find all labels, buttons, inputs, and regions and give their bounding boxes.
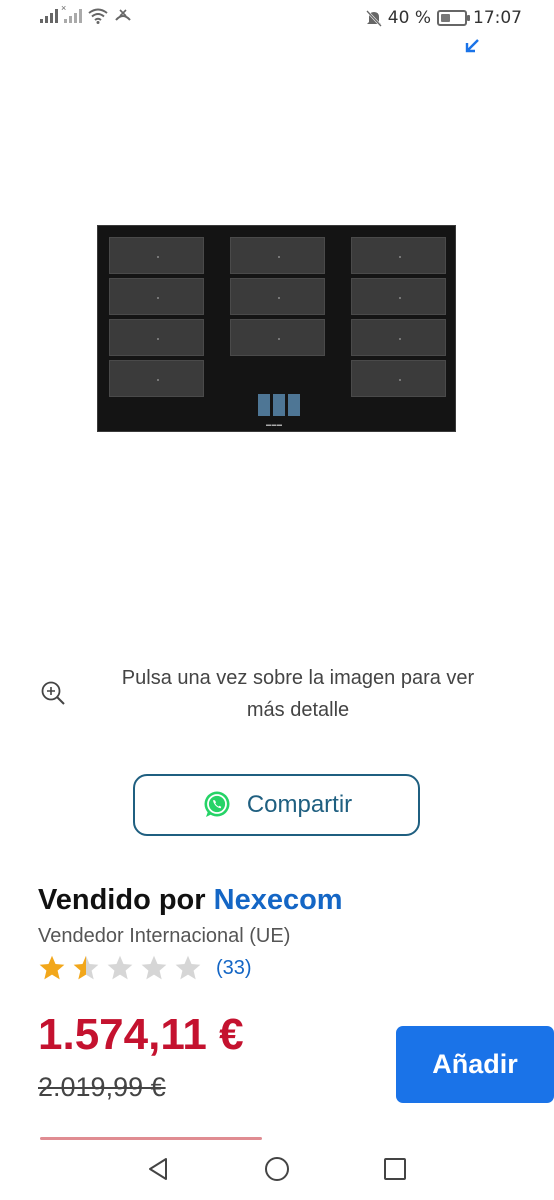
star-icon: [107, 955, 133, 980]
star-icon: [141, 955, 167, 980]
back-icon: [149, 1158, 167, 1180]
battery-percent: 40 %: [387, 8, 431, 28]
seller-rating[interactable]: (33): [38, 954, 252, 982]
cooking-zone-column-left: [109, 237, 204, 397]
signal-no-sim-icon: ×: [61, 3, 82, 23]
old-price: 2.019,99 €: [38, 1072, 166, 1102]
recents-nav-button[interactable]: [380, 1154, 410, 1184]
star-icon: [175, 955, 201, 980]
cooking-zone-column-right: [351, 237, 446, 397]
product-image[interactable]: ▬▬▬: [97, 225, 456, 432]
call-forward-icon: [115, 9, 131, 21]
clock: 17:07: [473, 8, 522, 28]
seller-prefix: Vendido por: [38, 884, 214, 916]
cooktop-control-panel: [258, 394, 300, 416]
add-to-cart-button[interactable]: Añadir: [396, 1026, 554, 1103]
home-icon: [265, 1157, 289, 1181]
status-right: 40 % 17:07: [365, 8, 522, 28]
zoom-in-icon: [41, 681, 65, 705]
rating-stars: [38, 954, 202, 982]
signal-icon: [40, 9, 58, 23]
mute-bell-icon: [365, 9, 382, 27]
share-button[interactable]: Compartir: [133, 774, 420, 836]
system-nav-bar: [0, 1140, 554, 1200]
back-nav-button[interactable]: [143, 1154, 173, 1184]
seller-name-link[interactable]: Nexecom: [214, 884, 343, 916]
battery-icon: [437, 10, 470, 26]
share-label: Compartir: [246, 791, 353, 818]
wifi-icon: [88, 8, 108, 24]
collapse-arrow-icon[interactable]: [464, 38, 480, 58]
home-nav-button[interactable]: [262, 1154, 292, 1184]
status-left: ×: [40, 3, 132, 24]
review-count[interactable]: (33): [216, 957, 252, 980]
cooking-zone-column-center: [230, 237, 325, 356]
recents-icon: [384, 1158, 406, 1180]
star-icon: [39, 955, 65, 980]
zoom-hint: Pulsa una vez sobre la imagen para ver m…: [38, 662, 518, 724]
seller-type: Vendedor Internacional (UE): [38, 925, 291, 947]
zoom-hint-text: Pulsa una vez sobre la imagen para ver m…: [121, 667, 475, 721]
seller-line: Vendido por Nexecom: [38, 884, 343, 917]
status-bar: × 40 % 17:07: [0, 0, 554, 40]
star-icon: [73, 955, 99, 980]
whatsapp-icon: [204, 791, 230, 817]
cooktop-brand-mark: ▬▬▬: [266, 422, 283, 428]
current-price: 1.574,11 €: [38, 1010, 244, 1059]
